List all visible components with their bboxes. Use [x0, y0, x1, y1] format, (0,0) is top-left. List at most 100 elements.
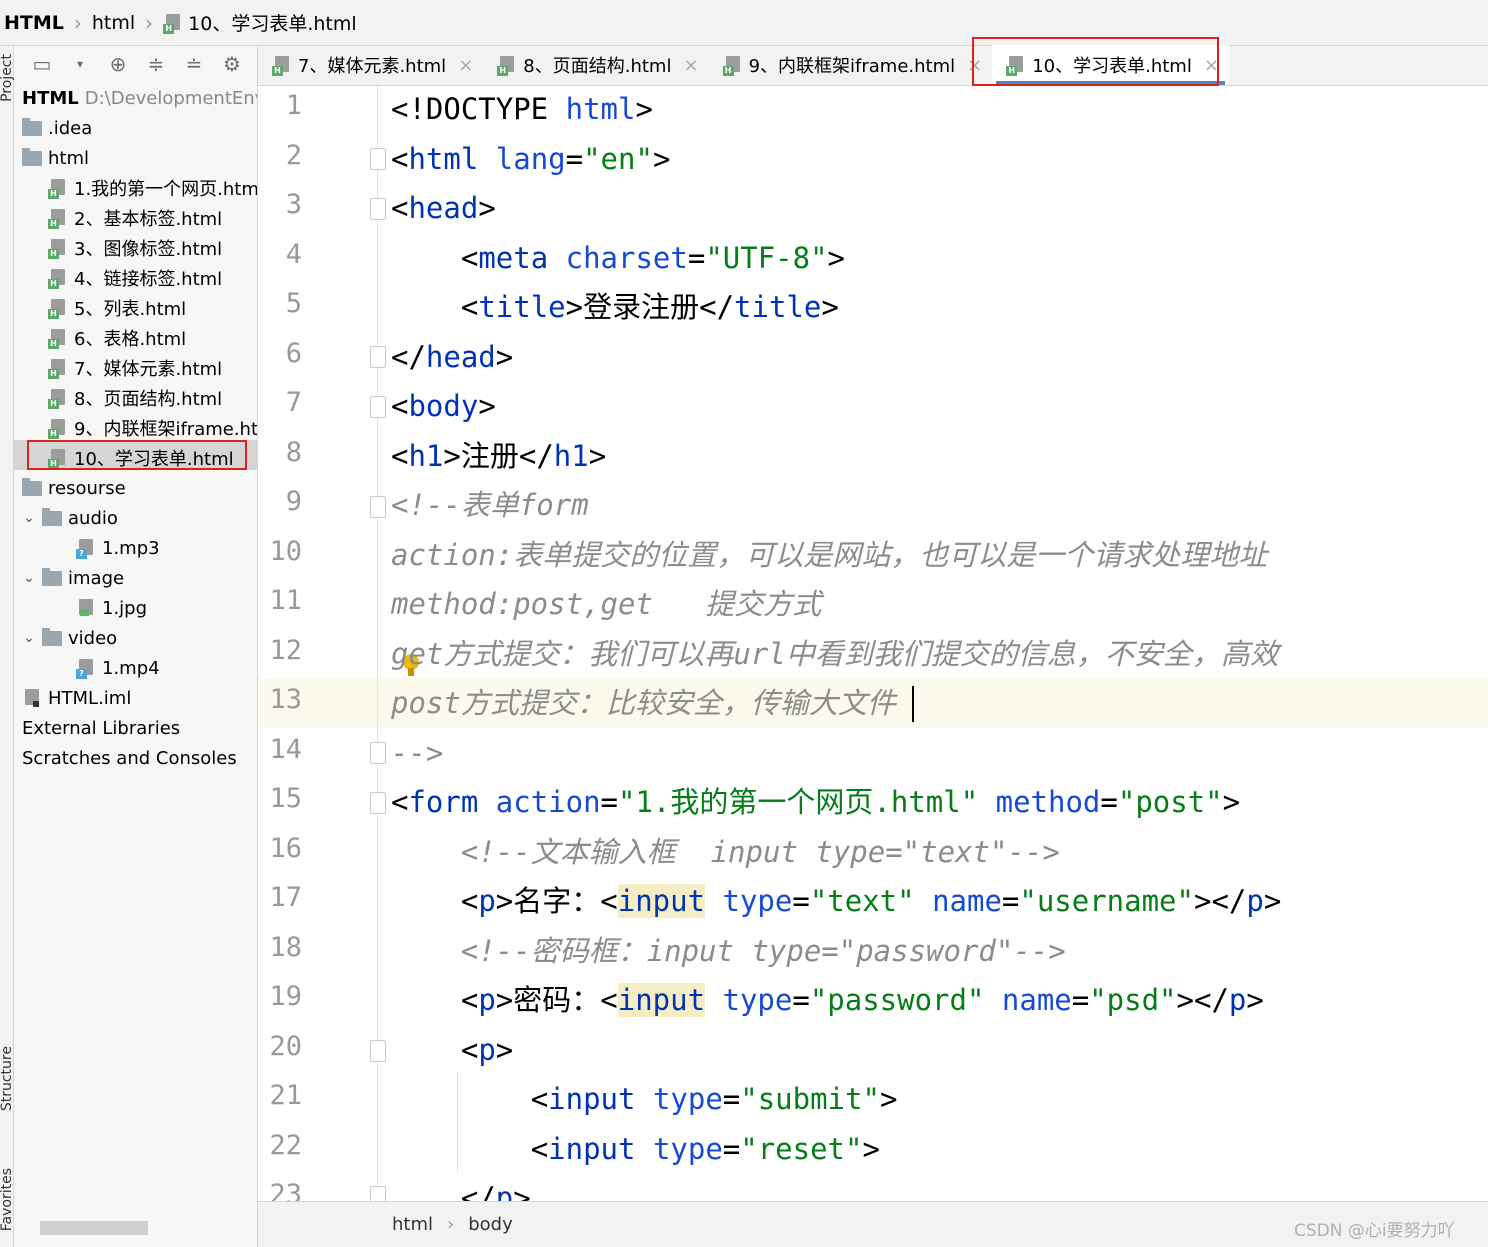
- tab-label: 7、媒体元素.html: [298, 56, 447, 77]
- code-token: head: [425, 340, 496, 374]
- code-line-23: </p>: [391, 1180, 531, 1201]
- tree-item-image[interactable]: ⌄ image: [22, 563, 124, 593]
- html-file-icon: [722, 55, 743, 76]
- tree-item-video[interactable]: ⌄ video: [22, 623, 117, 653]
- tree-item-file[interactable]: 1.mp4: [76, 653, 160, 683]
- chevron-right-icon: ›: [145, 10, 154, 35]
- code-line-11: method:post,get 提交方式: [391, 587, 822, 621]
- expand-all-icon[interactable]: ≑: [144, 52, 168, 76]
- tab-iframe[interactable]: 9、内联框架iframe.html×: [709, 45, 993, 85]
- tree-item-file[interactable]: 7、媒体元素.html: [48, 353, 222, 383]
- code-token: =: [722, 1132, 741, 1166]
- nav-crumb-project[interactable]: HTML: [0, 12, 68, 34]
- tree-item-file[interactable]: 1.jpg: [76, 593, 147, 623]
- tree-item-file[interactable]: 2、基本标签.html: [48, 203, 222, 233]
- tree-item-idea[interactable]: .idea: [22, 113, 92, 143]
- fold-marker[interactable]: [370, 1186, 386, 1201]
- code-line-10: action:表单提交的位置，可以是网站，也可以是一个请求处理地址: [391, 538, 1268, 572]
- tree-item-file[interactable]: 9、内联框架iframe.htı: [48, 413, 258, 443]
- editor-crumb-body[interactable]: body: [468, 1214, 513, 1235]
- fold-marker[interactable]: [370, 1040, 386, 1062]
- folder-icon: [42, 627, 62, 646]
- code-token: meta: [478, 241, 549, 275]
- nav-crumb-file[interactable]: 10、学习表单.html: [159, 9, 361, 36]
- code-line-15: <form action="1.我的第一个网页.html" method="po…: [391, 784, 1240, 820]
- code-token: h1: [408, 439, 444, 473]
- nav-crumb-folder[interactable]: html: [88, 12, 139, 34]
- tree-item-file[interactable]: 6、表格.html: [48, 323, 186, 353]
- tree-item-file[interactable]: 5、列表.html: [48, 293, 186, 323]
- code-token: form: [408, 785, 479, 819]
- code-token: 登录注册: [583, 290, 700, 324]
- html-file-icon: [48, 178, 68, 199]
- text-caret: [912, 686, 914, 722]
- line-number: 8: [285, 437, 302, 468]
- chevron-down-icon[interactable]: ⌄: [22, 510, 36, 526]
- tree-item-label: HTML.iml: [48, 687, 132, 709]
- tree-item-file[interactable]: HTML.iml: [22, 683, 131, 713]
- code-line-18: <!--密码框：input type="password"-->: [391, 933, 1066, 969]
- close-icon[interactable]: ×: [458, 55, 473, 76]
- tab-media-elements[interactable]: 7、媒体元素.html ×: [258, 45, 483, 85]
- tree-item-file[interactable]: 1.mp3: [76, 533, 160, 563]
- tree-item-label: 4、链接标签.html: [74, 269, 223, 290]
- collapse-all-icon[interactable]: ≐: [182, 52, 206, 76]
- tree-item-html-folder[interactable]: html: [22, 143, 89, 173]
- tab-page-structure[interactable]: 8、页面结构.html ×: [483, 45, 708, 85]
- code-token: >: [478, 389, 496, 423]
- fold-marker[interactable]: [370, 198, 386, 220]
- html-file-icon: [48, 388, 68, 409]
- structure-tool-button[interactable]: Structure: [0, 1046, 15, 1111]
- tree-item-scratches[interactable]: Scratches and Consoles: [22, 743, 237, 773]
- image-file-icon: [76, 598, 96, 618]
- code-token: body: [408, 389, 479, 423]
- fold-marker[interactable]: [370, 148, 386, 170]
- code-token: </: [699, 290, 735, 324]
- fold-marker[interactable]: [370, 346, 386, 368]
- code-token: h1: [553, 439, 589, 473]
- tree-item-label: 2、基本标签.html: [74, 209, 223, 230]
- view-mode-icon[interactable]: ▭: [30, 52, 54, 76]
- code-token: "password": [809, 983, 985, 1017]
- chevron-down-icon[interactable]: ▾: [68, 57, 92, 71]
- tree-root[interactable]: HTML D:\DevelopmentEnv: [22, 83, 257, 113]
- project-tool-button[interactable]: Project: [0, 54, 15, 102]
- tree-item-file[interactable]: 8、页面结构.html: [48, 383, 222, 413]
- fold-marker[interactable]: [370, 496, 386, 518]
- editor-tab-bar: 7、媒体元素.html × 8、页面结构.html × 9、内联框架iframe.h…: [258, 45, 1488, 86]
- code-line-7: <body>: [391, 388, 496, 424]
- tree-item-file[interactable]: 3、图像标签.html: [48, 233, 222, 263]
- locate-file-icon[interactable]: ⊕: [106, 52, 130, 76]
- line-number: 10: [269, 536, 302, 567]
- chevron-down-icon[interactable]: ⌄: [22, 570, 36, 586]
- fold-marker[interactable]: [370, 792, 386, 814]
- code-token: input: [548, 1082, 636, 1116]
- code-token: >: [478, 191, 496, 225]
- code-token: name: [1001, 983, 1072, 1017]
- folder-icon: [22, 117, 42, 136]
- code-token: "reset": [740, 1132, 863, 1166]
- horizontal-scrollbar[interactable]: [40, 1221, 148, 1235]
- tree-item-label: 9、内联框架iframe.htı: [74, 419, 258, 440]
- fold-marker[interactable]: [370, 742, 386, 764]
- tree-item-external-libraries[interactable]: External Libraries: [22, 713, 180, 743]
- tree-item-resourse[interactable]: resourse: [22, 473, 126, 503]
- line-number: 5: [285, 288, 302, 319]
- fold-marker[interactable]: [370, 396, 386, 418]
- tree-item-file[interactable]: 4、链接标签.html: [48, 263, 222, 293]
- close-icon[interactable]: ×: [683, 55, 698, 76]
- tree-item-label: .idea: [48, 117, 93, 139]
- code-editor[interactable]: 1 2 3 4 5 6 7 8 9 10 11 12 13 14 15 16 1…: [258, 86, 1488, 1201]
- tree-item-audio[interactable]: ⌄ audio: [22, 503, 118, 533]
- chevron-down-icon[interactable]: ⌄: [22, 630, 36, 646]
- gear-icon[interactable]: ⚙: [220, 52, 244, 76]
- chevron-right-icon: ›: [73, 10, 82, 35]
- code-token: >: [635, 92, 653, 126]
- tree-item-file[interactable]: 1.我的第一个网页.htm: [48, 173, 257, 203]
- tree-item-label: 7、媒体元素.html: [74, 359, 223, 380]
- editor-crumb-html[interactable]: html: [392, 1214, 433, 1235]
- favorites-tool-button[interactable]: Favorites: [0, 1168, 15, 1231]
- code-token: >: [862, 1132, 880, 1166]
- tree-item-label: Scratches and Consoles: [22, 747, 237, 769]
- html-file-icon: [48, 358, 68, 379]
